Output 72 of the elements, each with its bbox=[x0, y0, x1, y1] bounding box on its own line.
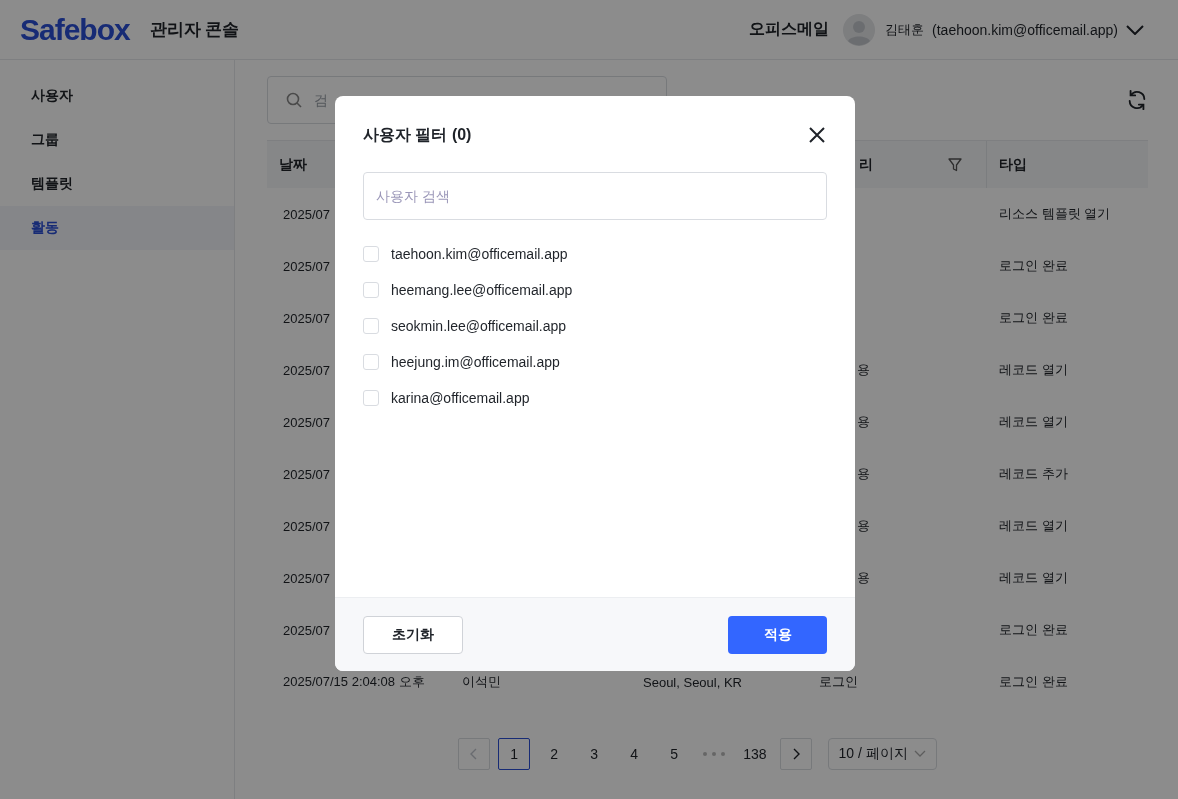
console-title: 관리자 콘솔 bbox=[149, 19, 240, 41]
column-header: 날짜 bbox=[278, 155, 308, 174]
checkbox[interactable] bbox=[363, 282, 379, 298]
type-cell: 로그인 완료 bbox=[999, 257, 1068, 275]
checkbox[interactable] bbox=[363, 354, 379, 370]
category-cell: 용 bbox=[857, 569, 870, 587]
user-cell: 이석민 bbox=[462, 673, 501, 691]
date-cell: 2025/07 bbox=[283, 570, 330, 586]
date-cell: 2025/07 bbox=[283, 622, 330, 638]
type-cell: 로그인 완료 bbox=[999, 621, 1068, 639]
column-header: 타입 bbox=[998, 155, 1028, 174]
next-page-button[interactable] bbox=[779, 738, 812, 770]
page-button[interactable]: 5 bbox=[658, 738, 691, 770]
page-size-select[interactable]: 10 / 페이지 bbox=[827, 738, 937, 770]
category-cell: 용 bbox=[857, 413, 870, 431]
date-cell: 2025/07 bbox=[283, 466, 330, 482]
chevron-left-icon bbox=[470, 748, 479, 760]
type-cell: 레코드 열기 bbox=[999, 361, 1068, 379]
logo: Safebox bbox=[20, 12, 130, 47]
category-cell: 용 bbox=[857, 465, 870, 483]
date-cell: 2025/07 bbox=[283, 206, 330, 222]
type-cell: 레코드 열기 bbox=[999, 517, 1068, 535]
page-button[interactable]: 1 bbox=[498, 738, 531, 770]
checkbox[interactable] bbox=[363, 246, 379, 262]
user-email: (taehoon.kim@officemail.app) bbox=[932, 21, 1118, 38]
date-cell: 2025/07 bbox=[283, 310, 330, 326]
user-name: 김태훈 bbox=[885, 20, 925, 39]
date-cell: 2025/07/15 2:04:08 오후 bbox=[283, 673, 425, 691]
date-cell: 2025/07 bbox=[283, 518, 330, 534]
avatar-icon bbox=[843, 13, 876, 46]
chevron-down-icon[interactable] bbox=[1126, 24, 1144, 35]
category-cell: 용 bbox=[857, 517, 870, 535]
type-cell: 로그인 완료 bbox=[999, 673, 1068, 691]
type-cell: 레코드 추가 bbox=[999, 465, 1068, 483]
ellipsis-icon bbox=[702, 751, 727, 757]
type-cell: 로그인 완료 bbox=[999, 309, 1068, 327]
page-button[interactable]: 3 bbox=[578, 738, 611, 770]
page-button[interactable]: 4 bbox=[618, 738, 651, 770]
date-cell: 2025/07 bbox=[283, 258, 330, 274]
type-cell: 리소스 템플릿 열기 bbox=[999, 205, 1111, 223]
dialog-title: 사용자 필터 (0) bbox=[363, 124, 472, 145]
column-header: 리 bbox=[858, 155, 873, 174]
page-button[interactable]: 138 bbox=[738, 738, 772, 770]
checkbox[interactable] bbox=[363, 318, 379, 334]
location-cell: Seoul, Seoul, KR bbox=[643, 674, 742, 690]
search-icon bbox=[286, 92, 302, 108]
checkbox[interactable] bbox=[363, 390, 379, 406]
user-email-label: heemang.lee@officemail.app bbox=[391, 282, 573, 298]
sidebar-item[interactable]: 활동 bbox=[0, 206, 234, 250]
apply-button[interactable]: 적용 bbox=[728, 615, 827, 654]
chevron-right-icon bbox=[791, 748, 800, 760]
reset-button[interactable]: 초기화 bbox=[363, 615, 463, 654]
user-email-label: seokmin.lee@officemail.app bbox=[391, 318, 567, 334]
refresh-icon[interactable] bbox=[1126, 89, 1148, 111]
date-cell: 2025/07 bbox=[283, 362, 330, 378]
type-cell: 레코드 열기 bbox=[999, 569, 1068, 587]
type-cell: 레코드 열기 bbox=[999, 413, 1068, 431]
date-cell: 2025/07 bbox=[283, 414, 330, 430]
category-cell: 용 bbox=[857, 361, 870, 379]
chevron-down-icon bbox=[913, 750, 926, 758]
user-search-field[interactable]: 사용자 검색 bbox=[363, 172, 827, 220]
page-button[interactable]: 2 bbox=[538, 738, 571, 770]
user-email-label: heejung.im@officemail.app bbox=[391, 354, 560, 370]
filter-icon[interactable] bbox=[948, 157, 962, 172]
user-email-label: karina@officemail.app bbox=[391, 390, 530, 406]
close-button[interactable] bbox=[807, 125, 827, 145]
organization-name: 오피스메일 bbox=[749, 19, 830, 39]
category-cell: 로그인 bbox=[819, 673, 858, 691]
sidebar-item[interactable]: 그룹 bbox=[0, 118, 234, 162]
sidebar-item[interactable]: 사용자 bbox=[0, 74, 234, 118]
sidebar-item[interactable]: 템플릿 bbox=[0, 162, 234, 206]
user-email-label: taehoon.kim@officemail.app bbox=[391, 246, 568, 262]
